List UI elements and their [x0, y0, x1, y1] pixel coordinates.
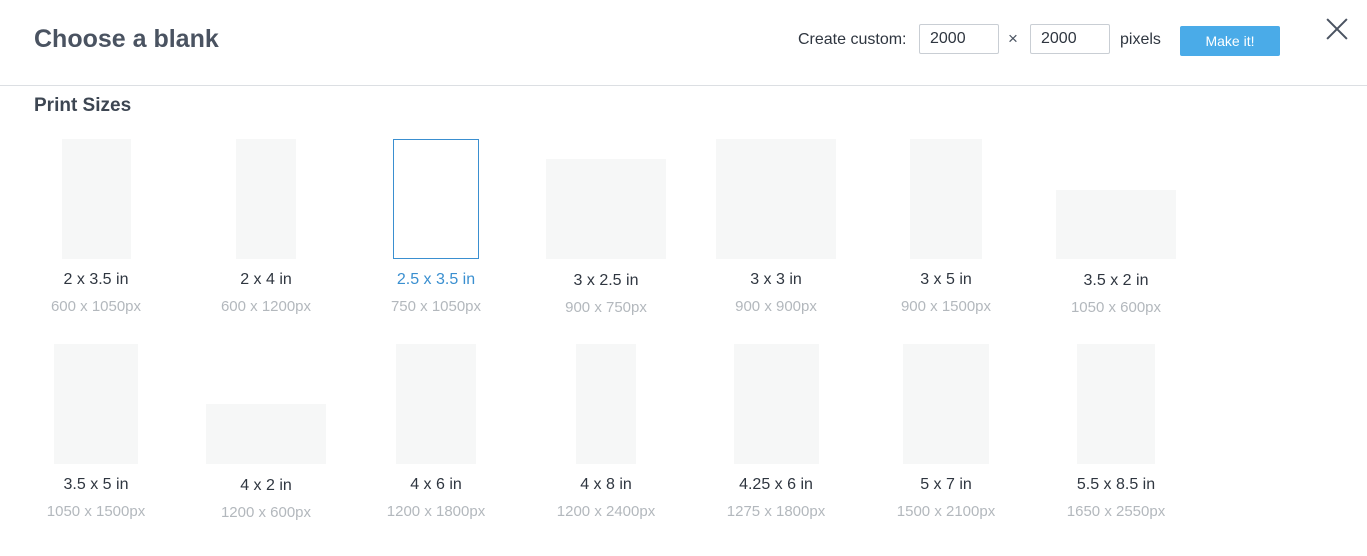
size-thumbnail[interactable]: [206, 404, 326, 464]
size-pixels-label: 1200 x 2400px: [556, 503, 656, 520]
times-symbol: ×: [1008, 29, 1018, 48]
size-pixels-label: 1500 x 2100px: [896, 503, 996, 520]
size-label: 3 x 2.5 in: [573, 272, 639, 289]
size-pixels-label: 900 x 900px: [735, 298, 817, 315]
size-thumbnail[interactable]: [393, 139, 479, 259]
size-thumbnail[interactable]: [62, 139, 131, 259]
size-option[interactable]: 2 x 4 in 600 x 1200px: [181, 139, 351, 329]
close-icon[interactable]: [1326, 18, 1348, 40]
size-label: 3.5 x 2 in: [1083, 272, 1149, 289]
size-option[interactable]: 3.5 x 2 in 1050 x 600px: [1031, 139, 1201, 329]
size-label: 5 x 7 in: [920, 476, 972, 493]
size-option[interactable]: 2.5 x 3.5 in 750 x 1050px: [351, 139, 521, 329]
size-thumbnail[interactable]: [910, 139, 982, 259]
size-thumbnail[interactable]: [236, 139, 296, 259]
size-pixels-label: 1050 x 600px: [1070, 299, 1162, 316]
size-pixels-label: 1050 x 1500px: [46, 503, 146, 520]
size-label: 3.5 x 5 in: [63, 476, 129, 493]
make-it-button[interactable]: Make it!: [1180, 26, 1280, 56]
pixels-label: pixels: [1120, 31, 1161, 48]
custom-width-input[interactable]: [919, 24, 999, 54]
size-thumbnail[interactable]: [576, 344, 636, 464]
size-thumbnail[interactable]: [903, 344, 989, 464]
size-label: 2 x 4 in: [240, 271, 292, 288]
size-pixels-label: 600 x 1200px: [220, 298, 312, 315]
size-label: 2 x 3.5 in: [63, 271, 129, 288]
size-pixels-label: 1650 x 2550px: [1066, 503, 1166, 520]
size-thumbnail[interactable]: [1077, 344, 1155, 464]
size-option[interactable]: 3 x 2.5 in 900 x 750px: [521, 139, 691, 329]
size-thumbnail[interactable]: [54, 344, 138, 464]
size-pixels-label: 1200 x 600px: [220, 504, 312, 521]
size-thumbnail[interactable]: [1056, 190, 1176, 259]
size-pixels-label: 600 x 1050px: [50, 298, 142, 315]
size-option[interactable]: 3 x 5 in 900 x 1500px: [861, 139, 1031, 329]
size-pixels-label: 1275 x 1800px: [726, 503, 826, 520]
section-title-print-sizes: Print Sizes: [34, 95, 132, 116]
size-thumbnail[interactable]: [734, 344, 819, 464]
size-option[interactable]: 2 x 3.5 in 600 x 1050px: [11, 139, 181, 329]
size-label: 3 x 3 in: [750, 271, 802, 288]
size-pixels-label: 750 x 1050px: [390, 298, 482, 315]
size-label: 4 x 6 in: [410, 476, 462, 493]
size-label: 4 x 2 in: [240, 477, 292, 494]
size-option[interactable]: 5.5 x 8.5 in 1650 x 2550px: [1031, 344, 1201, 534]
size-pixels-label: 900 x 1500px: [900, 298, 992, 315]
size-label: 2.5 x 3.5 in: [396, 271, 476, 288]
size-thumbnail[interactable]: [546, 159, 666, 259]
size-label: 4.25 x 6 in: [739, 476, 813, 493]
size-thumbnail[interactable]: [716, 139, 836, 259]
size-option[interactable]: 4 x 6 in 1200 x 1800px: [351, 344, 521, 534]
dialog-title: Choose a blank: [34, 25, 219, 53]
size-label: 4 x 8 in: [580, 476, 632, 493]
size-thumbnail[interactable]: [396, 344, 476, 464]
create-custom-label: Create custom:: [798, 31, 907, 48]
size-option[interactable]: 5 x 7 in 1500 x 2100px: [861, 344, 1031, 534]
custom-height-input[interactable]: [1030, 24, 1110, 54]
size-option[interactable]: 3 x 3 in 900 x 900px: [691, 139, 861, 329]
size-option[interactable]: 4 x 8 in 1200 x 2400px: [521, 344, 691, 534]
size-label: 5.5 x 8.5 in: [1076, 476, 1156, 493]
size-pixels-label: 1200 x 1800px: [386, 503, 486, 520]
size-label: 3 x 5 in: [920, 271, 972, 288]
size-option[interactable]: 4 x 2 in 1200 x 600px: [181, 344, 351, 534]
size-option[interactable]: 3.5 x 5 in 1050 x 1500px: [11, 344, 181, 534]
dialog-header: Choose a blank Create custom: × pixels M…: [0, 0, 1367, 86]
size-option[interactable]: 4.25 x 6 in 1275 x 1800px: [691, 344, 861, 534]
size-pixels-label: 900 x 750px: [565, 299, 647, 316]
